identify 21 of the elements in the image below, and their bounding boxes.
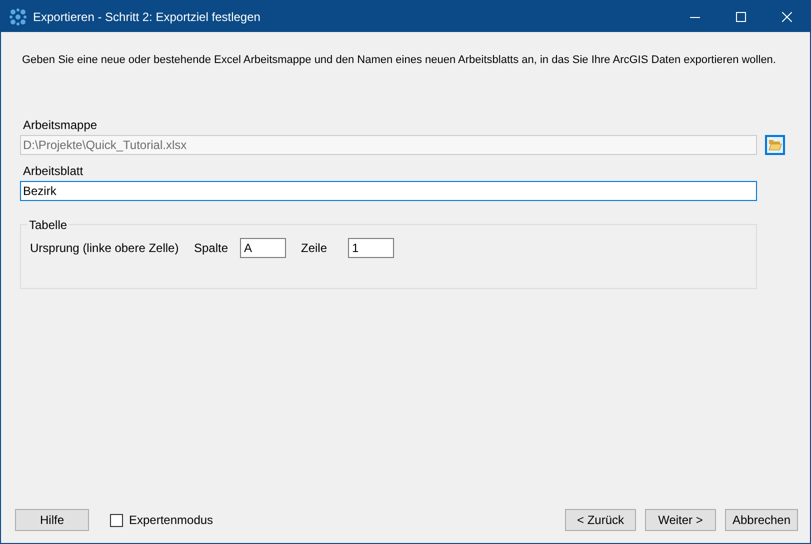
field-label: Arbeitsblatt (23, 163, 84, 180)
origin-label: Ursprung (linke obere Zelle) (30, 240, 180, 257)
expert-mode-checkbox[interactable] (110, 514, 123, 526)
worksheet-field[interactable]: Bezirk (20, 181, 757, 201)
row-label: Zeile (301, 240, 328, 257)
instruction-text: Geben Sie eine neue oder bestehende Excel Arbeitsmappe und den Namen eines neuen Arbeitsblatts an, in das Sie Ihre ArcGIS Daten exportieren wollen. (22, 53, 776, 67)
checkbox-label: Expertenmodus (129, 512, 214, 529)
help-button[interactable]: Hilfe (15, 509, 89, 531)
field-label: Arbeitsmappe (23, 117, 98, 134)
column-field[interactable]: A (240, 238, 286, 258)
window-title: Exportieren - Schritt 2: Exportziel festlegen (33, 8, 260, 26)
wizard-button[interactable]: Weiter > (645, 509, 716, 531)
app-icon (9, 8, 27, 26)
row-field[interactable]: 1 (348, 238, 394, 258)
maximize-icon (736, 12, 746, 22)
wizard-button[interactable]: Abbrechen (725, 509, 798, 531)
column-label: Spalte (194, 240, 230, 257)
close-icon (782, 12, 792, 22)
wizard-button[interactable]: < Zurück (565, 509, 636, 531)
browse-button[interactable] (765, 135, 785, 155)
folder-icon (768, 139, 782, 151)
